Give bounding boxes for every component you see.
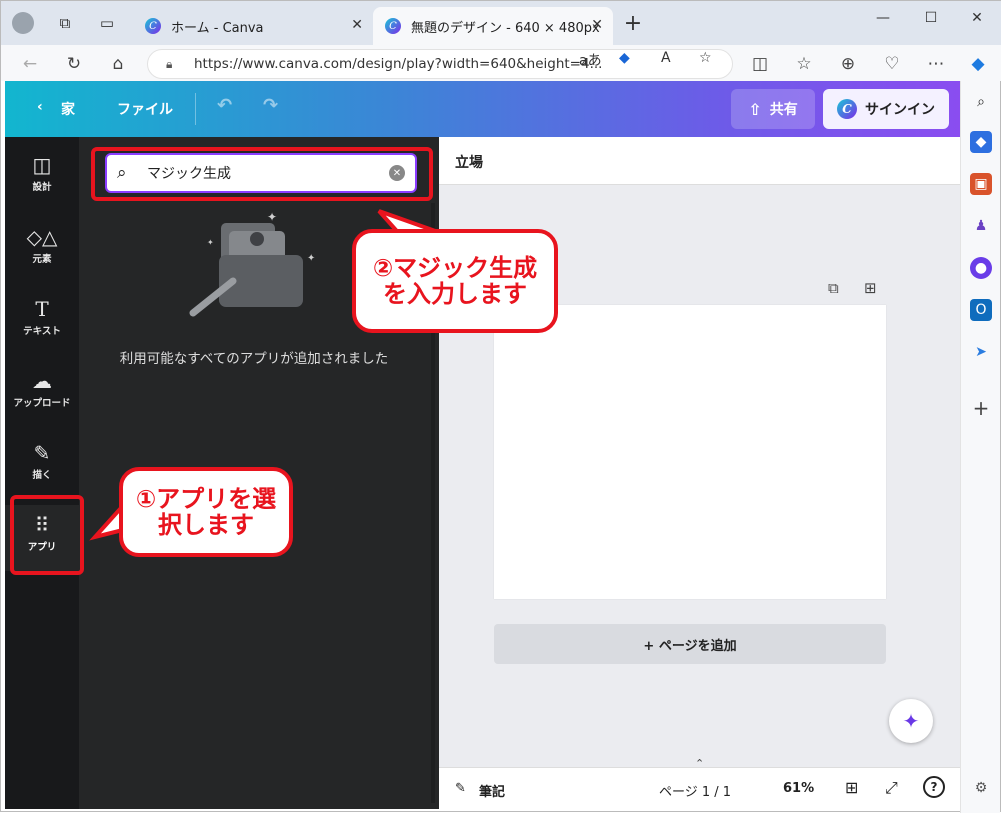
home-icon[interactable]: ⌂ xyxy=(105,51,131,77)
close-window-icon[interactable]: ✕ xyxy=(957,7,997,29)
callout-enter-magic: ②マジック生成 を入力します xyxy=(352,229,558,333)
url-text: https://www.canva.com/design/play?width=… xyxy=(194,56,603,72)
send-icon[interactable]: ➤ xyxy=(970,341,992,363)
position-title[interactable]: 立場 xyxy=(455,152,483,172)
svg-text:✦: ✦ xyxy=(207,238,214,247)
rail-item-design[interactable]: ◫ 設計 xyxy=(5,145,79,207)
notes-button[interactable]: 筆記 xyxy=(479,781,505,800)
close-tab-icon[interactable]: ✕ xyxy=(351,17,363,33)
panel-message: 利用可能なすべてのアプリが追加されました xyxy=(119,351,389,367)
divider xyxy=(195,93,196,125)
design-page[interactable] xyxy=(494,305,886,599)
draw-icon: ✎ xyxy=(33,441,51,465)
address-toolbar: ← ↻ ⌂ 🔒︎ https://www.canva.com/design/pl… xyxy=(1,45,1001,81)
search-icon[interactable]: ⌕ xyxy=(970,91,992,113)
search-highlight-box xyxy=(91,147,433,201)
position-toolbar: 立場 xyxy=(439,137,960,185)
file-menu[interactable]: ファイル xyxy=(117,99,173,119)
apps-highlight-box xyxy=(10,495,84,575)
canva-favicon-icon: C xyxy=(145,18,161,34)
minimize-icon[interactable]: — xyxy=(863,7,903,29)
rail-item-draw[interactable]: ✎ 描く xyxy=(5,433,79,495)
tab-label: 無題のデザイン - 640 × 480px xyxy=(411,20,600,36)
collections-button-icon[interactable]: ⊕ xyxy=(835,51,861,77)
new-tab-icon[interactable]: + xyxy=(621,11,645,36)
tools-briefcase-icon[interactable]: ▣ xyxy=(970,173,992,195)
copilot-icon[interactable]: ◆ xyxy=(965,51,991,77)
rail-label: アップロード xyxy=(13,398,71,409)
read-aloud-lang-icon[interactable]: aあ xyxy=(579,50,602,70)
refresh-icon[interactable]: ↻ xyxy=(61,51,87,77)
add-sidebar-icon[interactable]: + xyxy=(970,396,992,420)
tab-bar: ⧉ ▭ C ホーム - Canva ✕ C 無題のデザイン - 640 × 48… xyxy=(1,1,1001,45)
layout-icon: ◫ xyxy=(32,153,52,177)
maximize-icon[interactable]: ☐ xyxy=(911,7,951,29)
notes-icon[interactable]: ✎ xyxy=(455,781,466,796)
favorites-icon[interactable]: ☆ xyxy=(791,51,817,77)
share-button[interactable]: ⇧ 共有 xyxy=(731,89,815,129)
upload-icon: ☁ xyxy=(32,369,52,393)
edge-sidebar: ⌕ ◆ ▣ ♟ ● O ➤ + ⚙ xyxy=(960,81,1000,813)
callout-select-apps: ①アプリを選 択します xyxy=(119,467,293,557)
back-chevron-icon[interactable]: ‹ xyxy=(37,99,43,115)
left-rail: ◫ 設計 ◇△ 元素 T テキスト ☁ アップロード ✎ 描く ⠿ アプリ xyxy=(5,137,79,809)
tab-label: ホーム - Canva xyxy=(171,20,264,36)
signin-button[interactable]: C サインイン xyxy=(823,89,949,129)
signin-label: サインイン xyxy=(865,102,935,118)
back-icon[interactable]: ← xyxy=(17,51,43,77)
tab-design[interactable]: C 無題のデザイン - 640 × 480px ✕ xyxy=(373,7,613,45)
rail-label: テキスト xyxy=(23,326,61,337)
add-page-icon[interactable]: ⊞ xyxy=(864,279,877,297)
undo-icon[interactable]: ↶ xyxy=(217,95,232,116)
canva-logo-icon: C xyxy=(837,99,857,119)
tab-actions-icon[interactable]: ▭ xyxy=(95,11,119,35)
browser-window: ⧉ ▭ C ホーム - Canva ✕ C 無題のデザイン - 640 × 48… xyxy=(0,0,1001,813)
outlook-icon[interactable]: O xyxy=(970,299,992,321)
share-upload-icon: ⇧ xyxy=(748,99,762,119)
games-icon[interactable]: ♟ xyxy=(970,215,992,237)
read-aloud-icon[interactable]: A xyxy=(661,50,671,66)
more-menu-icon[interactable]: ⋯ xyxy=(923,51,949,77)
rail-item-text[interactable]: T テキスト xyxy=(5,289,79,351)
microsoft365-icon[interactable]: ● xyxy=(970,257,992,279)
tab-home-canva[interactable]: C ホーム - Canva ✕ xyxy=(133,7,373,45)
editor-footer: ✎ 筆記 ページ 1 / 1 61% ⊞ ⤢ ? xyxy=(439,767,960,809)
elements-icon: ◇△ xyxy=(26,225,58,249)
share-label: 共有 xyxy=(769,102,798,118)
collections-icon[interactable]: ⧉ xyxy=(53,11,77,35)
zoom-value[interactable]: 61% xyxy=(783,781,814,796)
url-bar[interactable]: 🔒︎ https://www.canva.com/design/play?wid… xyxy=(147,49,733,79)
rail-item-upload[interactable]: ☁ アップロード xyxy=(5,361,79,423)
expand-pages-chevron-icon[interactable]: ⌃ xyxy=(695,757,704,770)
settings-gear-icon[interactable]: ⚙ xyxy=(970,777,992,799)
shopping-tag-icon[interactable]: ◆ xyxy=(970,131,992,153)
close-tab-icon[interactable]: ✕ xyxy=(591,17,603,33)
rail-label: 設計 xyxy=(32,182,52,193)
duplicate-page-icon[interactable]: ⧉ xyxy=(828,279,839,297)
profile-icon[interactable] xyxy=(11,11,35,35)
rail-item-elements[interactable]: ◇△ 元素 xyxy=(5,217,79,279)
canva-favicon-icon: C xyxy=(385,18,401,34)
redo-icon[interactable]: ↷ xyxy=(263,95,278,116)
lock-icon: 🔒︎ xyxy=(166,57,173,71)
fullscreen-icon[interactable]: ⤢ xyxy=(885,778,898,798)
grid-view-icon[interactable]: ⊞ xyxy=(845,778,858,797)
page-indicator[interactable]: ページ 1 / 1 xyxy=(659,781,731,800)
empty-state-illustration-icon: ✦ ✦ ✦ xyxy=(189,210,315,317)
text-icon: T xyxy=(35,297,49,321)
coupon-tag-icon[interactable]: ◆ xyxy=(619,50,630,66)
magic-assistant-icon[interactable]: ✦ xyxy=(889,699,933,743)
add-page-button[interactable]: + ページを追加 xyxy=(494,624,886,664)
split-screen-icon[interactable]: ◫ xyxy=(747,51,773,77)
svg-text:✦: ✦ xyxy=(267,210,277,224)
rail-label: 描く xyxy=(32,470,52,481)
help-icon[interactable]: ? xyxy=(923,776,945,798)
favorite-star-icon[interactable]: ☆ xyxy=(699,50,712,66)
home-link[interactable]: 家 xyxy=(61,99,75,119)
browser-essentials-icon[interactable]: ♡ xyxy=(879,51,905,77)
svg-text:✦: ✦ xyxy=(307,253,315,264)
canva-header: ‹ 家 ファイル ↶ ↷ ⇧ 共有 C サインイン xyxy=(5,81,960,137)
rail-label: 元素 xyxy=(32,254,52,265)
